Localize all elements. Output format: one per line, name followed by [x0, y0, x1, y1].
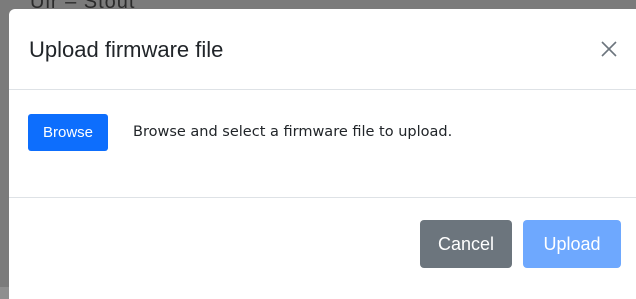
modal-title: Upload firmware file — [29, 37, 224, 62]
upload-firmware-dialog: Upload firmware file Browse Browse and s… — [9, 9, 636, 299]
close-button[interactable] — [597, 37, 621, 61]
modal-footer: Cancel Upload — [9, 198, 636, 298]
cancel-button[interactable]: Cancel — [420, 220, 512, 268]
modal-header: Upload firmware file — [9, 9, 636, 90]
browse-button[interactable]: Browse — [28, 114, 108, 151]
modal-body: Browse Browse and select a firmware file… — [9, 90, 636, 198]
upload-button[interactable]: Upload — [523, 220, 621, 268]
close-icon — [601, 41, 617, 57]
browse-description: Browse and select a firmware file to upl… — [133, 124, 453, 140]
